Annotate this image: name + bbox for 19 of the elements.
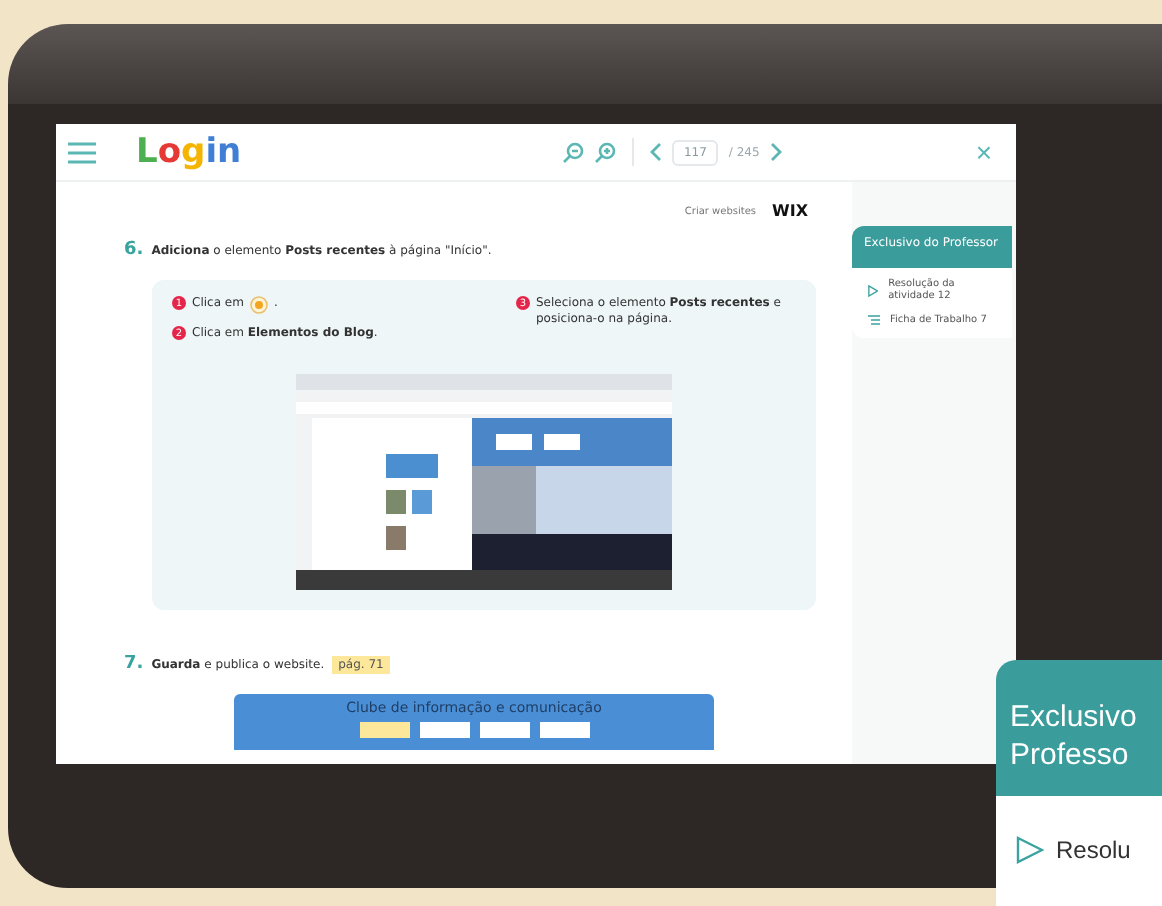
play-icon xyxy=(1016,835,1044,863)
nav-pill xyxy=(359,722,409,739)
step-number: 7. xyxy=(124,654,144,675)
step-number: 6. xyxy=(124,240,144,260)
brand-logo: WIX xyxy=(772,202,808,220)
list-icon xyxy=(868,314,880,327)
nav-pill xyxy=(539,722,589,739)
nav-pill xyxy=(419,722,469,739)
play-icon xyxy=(868,283,879,298)
next-page-icon[interactable] xyxy=(769,142,782,162)
zoom-in-icon[interactable] xyxy=(593,141,616,163)
menu-icon[interactable] xyxy=(68,141,96,163)
zoom-out-icon[interactable] xyxy=(561,141,584,163)
nav-pill xyxy=(479,722,529,739)
previous-page-icon[interactable] xyxy=(649,142,662,162)
resource-link[interactable]: Resolu xyxy=(1056,835,1131,863)
panel-title-line: Exclusivo xyxy=(1010,700,1139,738)
panel-title-line: Professo xyxy=(1010,737,1131,775)
app-logo: Login xyxy=(136,132,242,172)
